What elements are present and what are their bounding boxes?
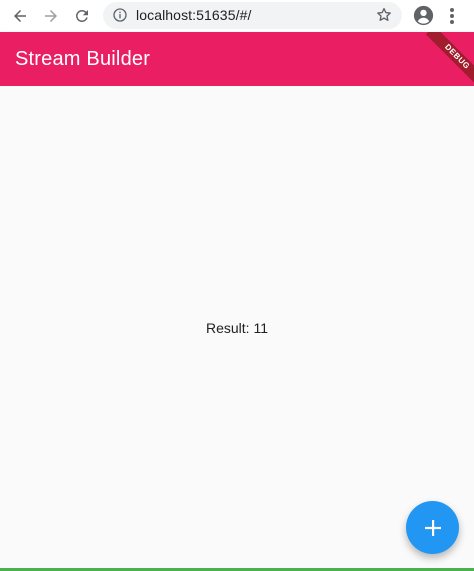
main-content: Result: 11	[0, 86, 474, 569]
more-vert-icon[interactable]	[445, 6, 459, 26]
info-icon[interactable]	[112, 7, 128, 23]
back-button[interactable]	[8, 4, 32, 28]
result-text: Result: 11	[206, 320, 268, 336]
account-icon[interactable]	[413, 5, 434, 26]
app-bar: Stream Builder DEBUG	[0, 32, 474, 86]
back-arrow-icon	[14, 10, 26, 22]
forward-button[interactable]	[39, 4, 63, 28]
add-button[interactable]	[406, 501, 459, 554]
browser-toolbar: localhost:51635/#/	[0, 0, 474, 32]
url-text[interactable]: localhost:51635/#/	[136, 7, 251, 23]
star-icon[interactable]	[375, 6, 393, 24]
debug-banner: DEBUG	[425, 32, 474, 86]
address-bar[interactable]: localhost:51635/#/	[103, 2, 402, 29]
page-title: Stream Builder	[15, 48, 151, 70]
add-icon	[424, 519, 441, 536]
forward-arrow-icon	[45, 10, 57, 22]
reload-button[interactable]	[70, 4, 94, 28]
reload-icon	[75, 9, 88, 22]
